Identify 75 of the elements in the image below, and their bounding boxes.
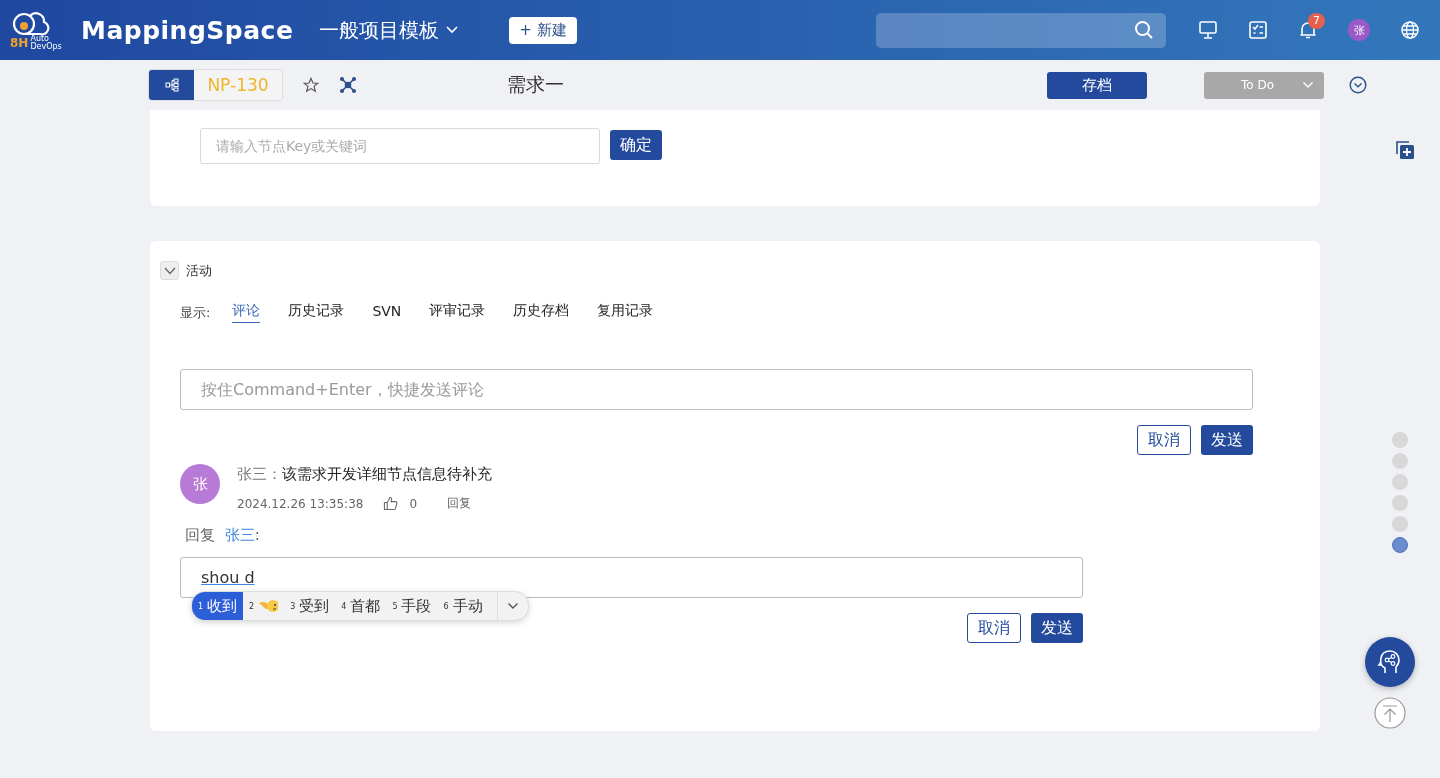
activity-tab[interactable]: 复用记录 <box>597 302 654 323</box>
candidate-number: 5 <box>392 601 398 611</box>
candidate-text: 手段 <box>401 596 432 616</box>
activity-tab[interactable]: 历史存档 <box>513 302 570 323</box>
cloud-logo-icon <box>10 9 50 36</box>
candidate-number: 6 <box>443 601 449 611</box>
section-nav-dot[interactable] <box>1392 537 1408 553</box>
candidate-number: 3 <box>290 601 296 611</box>
node-search-field[interactable]: 请输入节点Key或关键词 <box>200 128 600 164</box>
brand-name: MappingSpace <box>81 15 294 45</box>
search-field[interactable] <box>876 12 1166 48</box>
like-count: 0 <box>409 496 418 511</box>
logo-subtext: DevOps <box>30 42 62 51</box>
globe-icon[interactable] <box>1400 20 1420 40</box>
section-nav-dot[interactable] <box>1392 495 1408 511</box>
comment-text: 该需求开发详细节点信息待补充 <box>282 465 492 483</box>
chevron-down-icon <box>163 266 176 275</box>
section-title: 活动 <box>186 261 212 280</box>
hierarchy-button[interactable] <box>149 70 194 100</box>
section-nav-dot[interactable] <box>1392 453 1408 469</box>
ime-candidate[interactable]: 1 收到 <box>192 592 244 620</box>
reply-label: 回复 <box>185 526 215 544</box>
comment-field[interactable]: 按住Command+Enter，快捷发送评论 <box>180 369 1253 410</box>
issue-key: NP-130 <box>194 70 282 100</box>
activity-tab[interactable]: 历史记录 <box>288 302 345 323</box>
checklist-icon[interactable] <box>1248 20 1268 40</box>
user-avatar[interactable]: 张 <box>1348 19 1370 41</box>
network-icon[interactable] <box>339 76 357 94</box>
chevron-down-icon <box>445 25 460 35</box>
send-button[interactable]: 发送 <box>1201 425 1253 455</box>
candidate-text: 收到 <box>207 596 238 616</box>
ai-assistant-button[interactable] <box>1365 637 1415 687</box>
activity-tab[interactable]: 评论 <box>232 302 261 323</box>
candidate-text: 首都 <box>350 596 381 616</box>
candidate-number: 4 <box>341 601 347 611</box>
logo-subtext: Auto <box>30 34 49 43</box>
activity-tab[interactable]: SVN <box>372 303 402 322</box>
search-icon <box>1134 20 1154 40</box>
thumbs-up-icon[interactable] <box>383 496 399 511</box>
user-avatar: 张 <box>180 464 220 504</box>
activity-tab[interactable]: 评审记录 <box>429 302 486 323</box>
star-icon[interactable] <box>303 77 319 93</box>
send-button[interactable]: 发送 <box>1031 613 1083 643</box>
comment-time: 2024.12.26 13:35:38 <box>237 496 364 511</box>
confirm-button[interactable]: 确定 <box>610 130 662 160</box>
section-nav-dot[interactable] <box>1392 516 1408 532</box>
chevron-down-icon <box>506 602 519 610</box>
reply-target-link[interactable]: 张三 <box>224 526 255 544</box>
page-title: 需求一 <box>507 72 564 97</box>
add-copy-icon[interactable] <box>1395 140 1415 160</box>
reply-link[interactable]: 回复 <box>447 495 472 512</box>
project-dropdown[interactable]: 一般项目模板 <box>319 16 460 44</box>
chevron-circle-icon[interactable] <box>1349 76 1367 94</box>
candidate-text: 手动 <box>452 596 483 616</box>
notification-badge: 7 <box>1308 13 1325 29</box>
cancel-button[interactable]: 取消 <box>967 613 1021 643</box>
monitor-icon[interactable] <box>1198 20 1218 40</box>
pointing-hand-emoji-icon <box>258 597 279 615</box>
section-nav-dot[interactable] <box>1392 432 1408 448</box>
show-label: 显示: <box>180 303 211 322</box>
cancel-button[interactable]: 取消 <box>1137 425 1191 455</box>
candidate-number: 2 <box>249 601 255 611</box>
reply-colon: : <box>254 526 260 544</box>
reply-field[interactable]: shou d <box>180 557 1083 598</box>
candidate-text: 受到 <box>299 596 330 616</box>
back-to-top-icon[interactable] <box>1374 697 1406 729</box>
new-button[interactable]: + 新建 <box>509 16 577 44</box>
logo-text: 8H <box>10 36 29 49</box>
chevron-down-icon <box>1302 81 1314 89</box>
comment-author: 张三： <box>237 465 282 483</box>
collapse-toggle[interactable] <box>160 261 179 280</box>
archive-button[interactable]: 存档 <box>1047 71 1147 99</box>
hierarchy-icon <box>164 78 179 92</box>
section-nav-dot[interactable] <box>1392 474 1408 490</box>
candidate-number: 1 <box>198 601 204 611</box>
